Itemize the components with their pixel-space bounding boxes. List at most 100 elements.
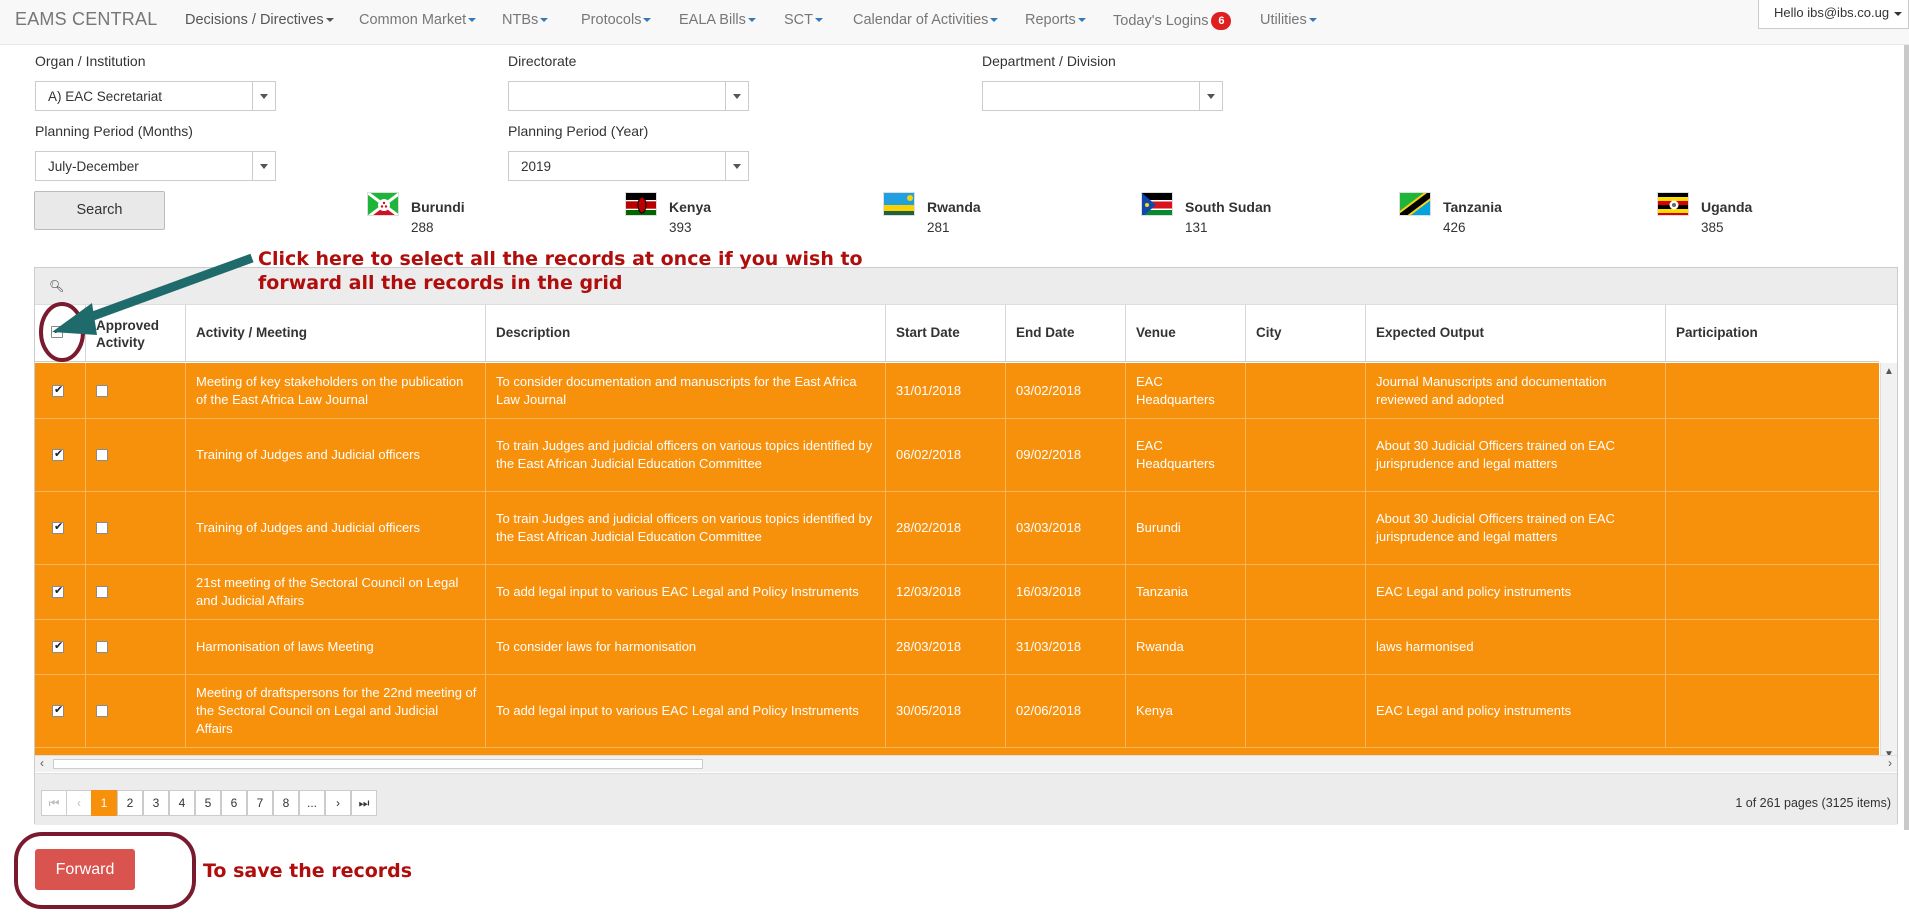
organ-select-value: A) EAC Secretariat: [48, 89, 163, 104]
page-5-button[interactable]: 5: [195, 790, 221, 816]
country-name: South Sudan: [1185, 199, 1272, 215]
column-header-venue[interactable]: Venue: [1126, 305, 1246, 362]
page-2-button[interactable]: 2: [117, 790, 143, 816]
table-row[interactable]: 21st meeting of the Sectoral Council on …: [35, 565, 1879, 620]
start-date-text: 06/02/2018: [896, 447, 962, 462]
select-all-callout-line-1: Click here to select all the records at …: [258, 248, 863, 270]
organ-select[interactable]: A) EAC Secretariat: [35, 81, 276, 111]
page-4-button[interactable]: 4: [169, 790, 195, 816]
year-select[interactable]: 2019: [508, 151, 749, 181]
dropdown-arrow-icon[interactable]: [725, 82, 748, 110]
select-all-callout-line-2: forward all the records in the grid: [258, 272, 623, 294]
column-header-end-date[interactable]: End Date: [1006, 305, 1126, 362]
participation-cell: [1666, 492, 1879, 564]
nav-reports[interactable]: Reports: [1025, 12, 1086, 28]
first-page-button[interactable]: ⏮: [41, 790, 67, 816]
approved-checkbox[interactable]: [96, 641, 108, 653]
search-button[interactable]: Search: [34, 191, 165, 230]
page-6-button[interactable]: 6: [221, 790, 247, 816]
country-count: 426: [1443, 220, 1466, 235]
table-row[interactable]: Harmonisation of laws Meeting To conside…: [35, 620, 1879, 675]
table-row[interactable]: Training of Judges and Judicial officers…: [35, 492, 1879, 565]
table-row[interactable]: Training of Judges and Judicial officers…: [35, 419, 1879, 492]
nav-eala-bills[interactable]: EALA Bills: [679, 12, 756, 28]
approved-checkbox[interactable]: [96, 586, 108, 598]
scroll-left-icon[interactable]: ‹: [40, 756, 44, 770]
column-header-expected-output[interactable]: Expected Output: [1366, 305, 1666, 362]
grid-vertical-scrollbar[interactable]: ▲ ▼: [1880, 363, 1897, 763]
start-date-text: 30/05/2018: [896, 703, 962, 718]
row-select-checkbox[interactable]: [52, 703, 64, 717]
department-select[interactable]: [982, 81, 1223, 111]
column-header-venue-label: Venue: [1136, 325, 1176, 340]
directorate-select[interactable]: [508, 81, 749, 111]
grid-horizontal-scrollbar[interactable]: ‹ ›: [35, 755, 1897, 772]
more-pages-button[interactable]: ...: [299, 790, 325, 816]
approved-checkbox[interactable]: [96, 449, 108, 461]
nav-utilities[interactable]: Utilities: [1260, 12, 1317, 28]
approved-cell: [86, 675, 186, 747]
approved-checkbox[interactable]: [96, 522, 108, 534]
column-header-activity-label: Activity / Meeting: [196, 325, 308, 340]
brand-logo[interactable]: EAMS CENTRAL: [15, 9, 157, 30]
end-date-text: 16/03/2018: [1016, 584, 1082, 599]
page-8-button[interactable]: 8: [273, 790, 299, 816]
column-header-participation[interactable]: Participation: [1666, 305, 1879, 362]
nav-utilities-label: Utilities: [1260, 12, 1307, 28]
last-page-button[interactable]: ⏭: [351, 790, 377, 816]
row-select-checkbox[interactable]: [52, 447, 64, 461]
participation-cell: [1666, 565, 1879, 619]
nav-todays-logins[interactable]: Today's Logins 6: [1113, 12, 1232, 30]
column-header-description[interactable]: Description: [486, 305, 886, 362]
table-row[interactable]: Meeting of draftspersons for the 22nd me…: [35, 675, 1879, 748]
page-1-button[interactable]: 1: [91, 790, 117, 816]
nav-ntbs[interactable]: NTBs: [502, 12, 549, 28]
activity-cell: Harmonisation of laws Meeting: [186, 620, 486, 674]
expected-output-text: About 30 Judicial Officers trained on EA…: [1376, 438, 1615, 471]
burundi-flag-icon: [367, 192, 399, 216]
row-select-checkbox[interactable]: [52, 584, 64, 598]
caret-down-icon: [747, 18, 756, 23]
nav-calendar[interactable]: Calendar of Activities: [853, 12, 999, 28]
row-select-checkbox[interactable]: [52, 639, 64, 653]
column-header-city[interactable]: City: [1246, 305, 1366, 362]
page-scrollbar[interactable]: [1904, 45, 1909, 830]
column-header-activity[interactable]: Activity / Meeting: [186, 305, 486, 362]
row-select-checkbox[interactable]: [52, 383, 64, 397]
nav-ntbs-label: NTBs: [502, 12, 539, 28]
page-3-button[interactable]: 3: [143, 790, 169, 816]
months-select[interactable]: July-December: [35, 151, 276, 181]
venue-cell: EAC Headquarters: [1126, 363, 1246, 418]
approved-checkbox[interactable]: [96, 705, 108, 717]
scroll-up-icon[interactable]: ▲: [1884, 366, 1894, 377]
end-date-cell: 31/03/2018: [1006, 620, 1126, 674]
row-select-checkbox[interactable]: [52, 520, 64, 534]
table-row[interactable]: Meeting of key stakeholders on the publi…: [35, 363, 1879, 419]
dropdown-arrow-icon[interactable]: [725, 152, 748, 180]
nav-decisions[interactable]: Decisions / Directives: [185, 12, 334, 28]
nav-protocols[interactable]: Protocols: [581, 12, 652, 28]
column-header-participation-label: Participation: [1676, 325, 1758, 340]
column-header-city-label: City: [1256, 325, 1282, 340]
select-all-checkbox[interactable]: [51, 324, 63, 338]
prev-page-button[interactable]: ‹: [66, 790, 92, 816]
column-header-start-date[interactable]: Start Date: [886, 305, 1006, 362]
approved-checkbox[interactable]: [96, 384, 108, 397]
dropdown-arrow-icon[interactable]: [1199, 82, 1222, 110]
nav-protocols-label: Protocols: [581, 12, 642, 28]
dropdown-arrow-icon[interactable]: [252, 82, 275, 110]
search-icon[interactable]: 🔍︎: [49, 279, 64, 293]
page-7-button[interactable]: 7: [247, 790, 273, 816]
nav-common-market[interactable]: Common Market: [359, 12, 477, 28]
next-page-button[interactable]: ›: [325, 790, 351, 816]
dropdown-arrow-icon[interactable]: [252, 152, 275, 180]
scroll-thumb[interactable]: [53, 759, 703, 769]
user-menu[interactable]: Hello ibs@ibs.co.ug: [1758, 0, 1909, 29]
end-date-text: 03/02/2018: [1016, 382, 1082, 398]
column-header-approved[interactable]: Approved Activity: [86, 305, 186, 362]
forward-button[interactable]: Forward: [35, 849, 135, 890]
activity-cell: Meeting of key stakeholders on the publi…: [186, 363, 486, 418]
country-tanzania: Tanzania 426: [1399, 192, 1599, 237]
scroll-right-icon[interactable]: ›: [1888, 756, 1892, 770]
nav-sct[interactable]: SCT: [784, 12, 823, 28]
